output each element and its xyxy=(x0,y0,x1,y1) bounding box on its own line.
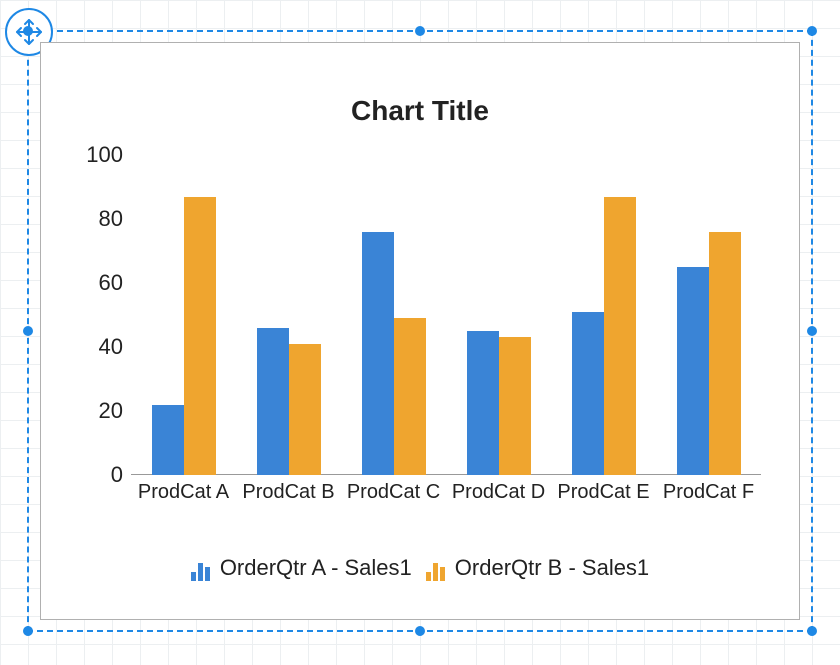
resize-handle-right[interactable] xyxy=(807,326,817,336)
bar-groups xyxy=(131,155,761,475)
bar-group xyxy=(656,155,761,475)
x-tick-label: ProdCat C xyxy=(341,481,446,504)
x-tick-label: ProdCat D xyxy=(446,481,551,504)
legend: OrderQtr A - Sales1 OrderQtr B - Sales1 xyxy=(41,555,799,581)
x-tick-label: ProdCat B xyxy=(236,481,341,504)
resize-handle-bottom[interactable] xyxy=(415,626,425,636)
y-tick-label: 20 xyxy=(99,398,123,424)
bar-group xyxy=(446,155,551,475)
bar[interactable] xyxy=(289,344,321,475)
bar[interactable] xyxy=(467,331,499,475)
x-tick-label: ProdCat A xyxy=(131,481,236,504)
bar[interactable] xyxy=(677,267,709,475)
y-tick-label: 40 xyxy=(99,334,123,360)
bar-chart-icon xyxy=(426,561,445,581)
x-tick-label: ProdCat E xyxy=(551,481,656,504)
chart-plot: 020406080100 ProdCat AProdCat BProdCat C… xyxy=(131,155,761,495)
bar[interactable] xyxy=(572,312,604,475)
bar[interactable] xyxy=(362,232,394,475)
resize-handle-top[interactable] xyxy=(415,26,425,36)
x-axis-labels: ProdCat AProdCat BProdCat CProdCat DProd… xyxy=(131,481,761,504)
bar-group xyxy=(341,155,446,475)
chart-title[interactable]: Chart Title xyxy=(41,95,799,127)
bar[interactable] xyxy=(499,337,531,475)
legend-label: OrderQtr A - Sales1 xyxy=(220,555,412,581)
legend-item-1[interactable]: OrderQtr B - Sales1 xyxy=(426,555,649,581)
bar[interactable] xyxy=(394,318,426,475)
bar-group xyxy=(236,155,341,475)
resize-handle-bottom-right[interactable] xyxy=(807,626,817,636)
bar[interactable] xyxy=(604,197,636,475)
plot-area: 020406080100 xyxy=(131,155,761,475)
resize-handle-top-left[interactable] xyxy=(23,26,33,36)
resize-handle-bottom-left[interactable] xyxy=(23,626,33,636)
y-tick-label: 60 xyxy=(99,270,123,296)
y-tick-label: 100 xyxy=(86,142,123,168)
y-tick-label: 80 xyxy=(99,206,123,232)
x-tick-label: ProdCat F xyxy=(656,481,761,504)
bar[interactable] xyxy=(184,197,216,475)
y-tick-label: 0 xyxy=(111,462,123,488)
legend-label: OrderQtr B - Sales1 xyxy=(455,555,649,581)
bar[interactable] xyxy=(257,328,289,475)
legend-item-0[interactable]: OrderQtr A - Sales1 xyxy=(191,555,412,581)
bar-group xyxy=(551,155,656,475)
bar-group xyxy=(131,155,236,475)
bar[interactable] xyxy=(152,405,184,475)
chart-container[interactable]: Chart Title 020406080100 ProdCat AProdCa… xyxy=(40,42,800,620)
resize-handle-top-right[interactable] xyxy=(807,26,817,36)
bar[interactable] xyxy=(709,232,741,475)
bar-chart-icon xyxy=(191,561,210,581)
resize-handle-left[interactable] xyxy=(23,326,33,336)
